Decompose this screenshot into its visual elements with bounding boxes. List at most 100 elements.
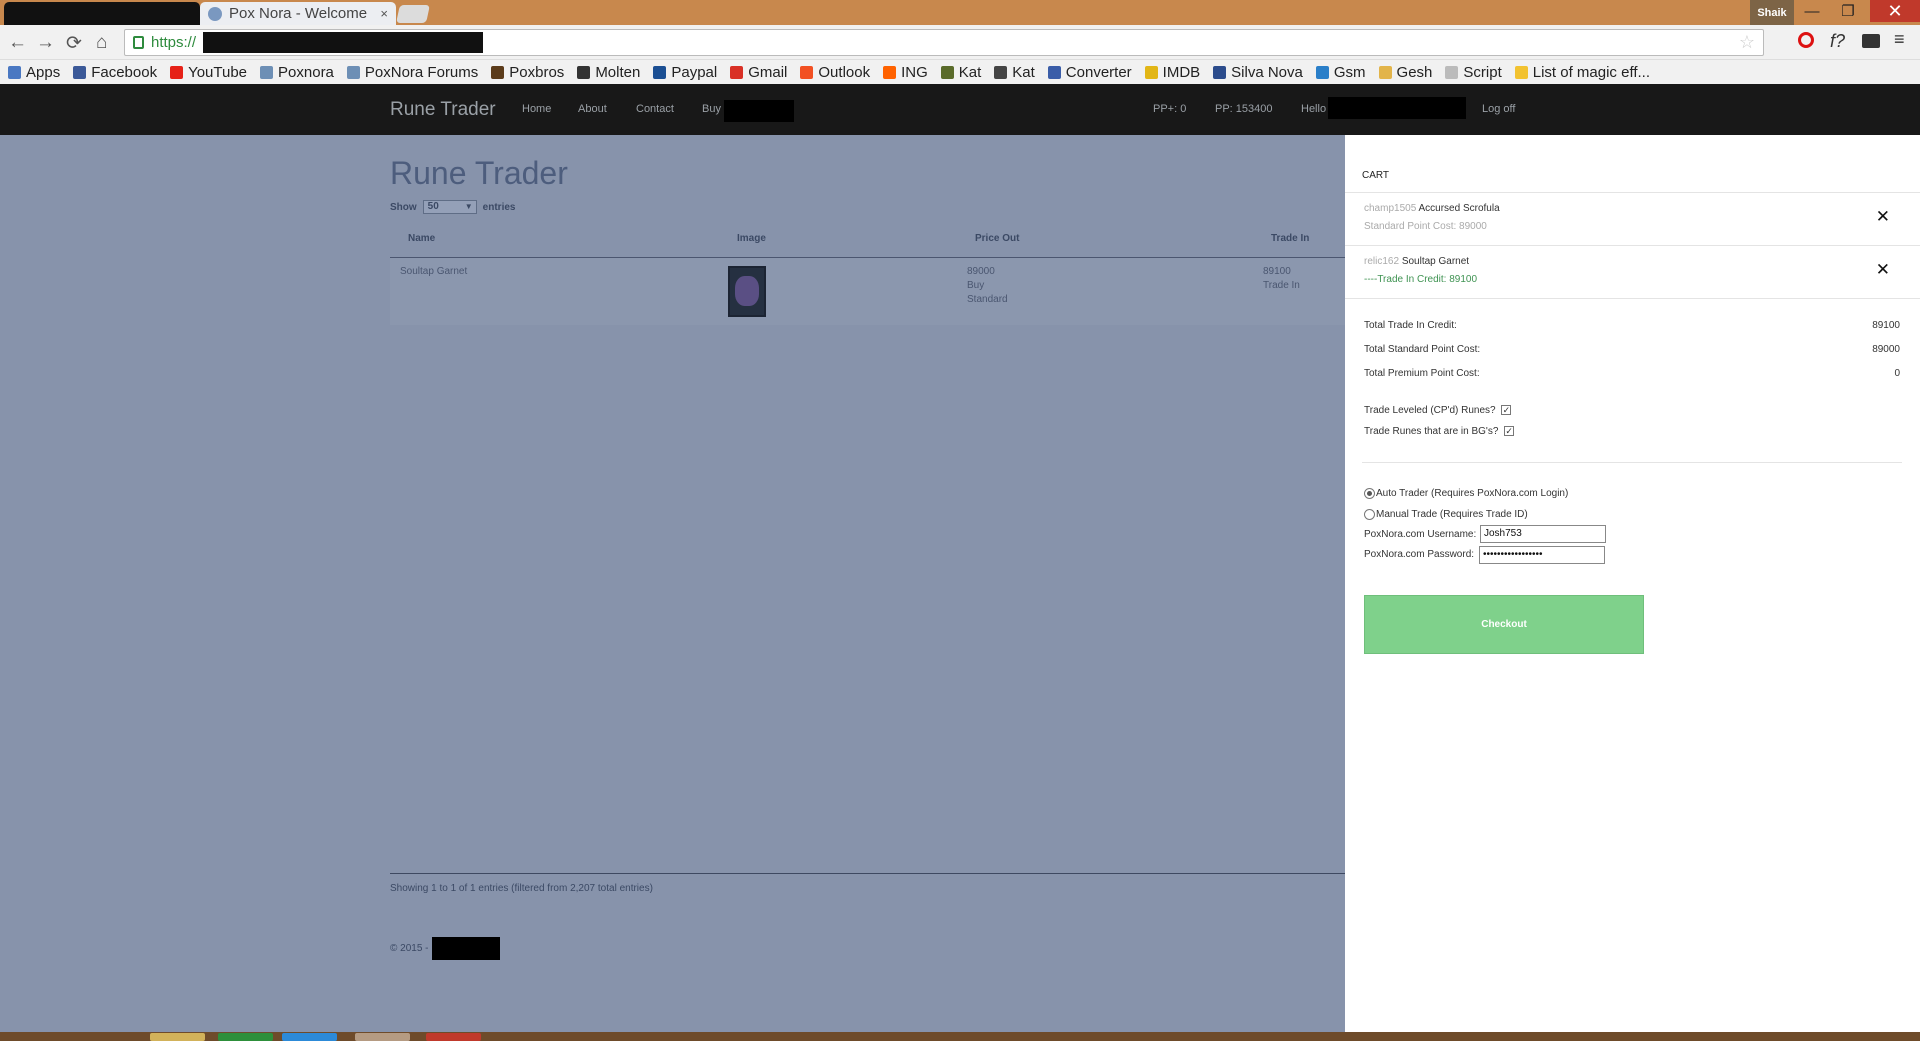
bookmark-item[interactable]: Kat [940,64,981,81]
new-tab-button[interactable] [396,5,430,23]
bookmark-icon [8,65,21,79]
bookmark-item[interactable]: Molten [577,64,640,81]
taskbar-opera-icon[interactable] [426,1033,481,1041]
home-icon[interactable]: ⌂ [96,32,107,54]
col-header-image[interactable]: Image [737,233,766,244]
bookmark-item[interactable]: Script [1445,64,1502,81]
bookmark-item[interactable]: Poxnora [260,64,334,81]
cart-item: relic162 Soultap Garnet ----Trade In Cre… [1364,253,1477,289]
bookmark-item[interactable]: Facebook [73,64,157,81]
site-navbar: Rune Trader Home About Contact Buy PP+: … [0,84,1920,135]
bookmark-item[interactable]: Gsm [1315,64,1366,81]
maximize-icon[interactable]: ❐ [1830,0,1866,22]
trade-in-link[interactable]: Trade In [1263,279,1300,293]
item-name: Soultap Garnet [1401,256,1470,267]
bookmark-item[interactable]: Poxbros [491,64,564,81]
reload-icon[interactable]: ⟳ [66,32,82,55]
table-row[interactable]: Soultap Garnet 89000 Buy Standard 89100 … [390,258,1345,325]
bookmark-item[interactable]: Kat [994,64,1035,81]
extension-icon[interactable] [1862,34,1880,48]
manual-trade-radio[interactable] [1364,509,1375,520]
leveled-runes-option: Trade Leveled (CP'd) Runes? ✓ [1364,405,1512,416]
bookmark-item[interactable]: Paypal [653,64,717,81]
leveled-runes-checkbox[interactable]: ✓ [1501,405,1512,415]
total-trade-in-label: Total Trade In Credit: [1364,320,1457,331]
auto-trader-radio[interactable] [1364,488,1375,499]
rune-name: Soultap Garnet [400,266,468,277]
minimize-icon[interactable]: — [1794,0,1830,22]
bookmark-item[interactable]: Apps [8,64,60,81]
tab-close-icon[interactable]: × [380,6,388,21]
nav-home[interactable]: Home [522,103,551,115]
redacted-nav-item [724,100,794,122]
bookmark-item[interactable]: Gesh [1378,64,1432,81]
back-icon[interactable]: ← [8,32,27,54]
tab-title: Pox Nora - Welcome [229,5,368,22]
font-finder-icon[interactable]: f? [1830,31,1845,52]
bookmark-item[interactable]: PoxNora Forums [346,64,478,81]
col-header-trade-in[interactable]: Trade In [1271,233,1309,244]
bookmark-item[interactable]: Silva Nova [1213,64,1303,81]
taskbar-app-icon[interactable] [282,1033,337,1041]
table-footer-divider [390,873,1345,874]
buy-link[interactable]: Buy [967,279,984,293]
bookmark-item[interactable]: ING [883,64,928,81]
bookmark-item[interactable]: YouTube [170,64,247,81]
nav-about[interactable]: About [578,103,607,115]
taskbar-explorer-icon[interactable] [150,1033,205,1041]
bookmark-icon [1315,65,1329,79]
bookmark-star-icon[interactable]: ☆ [1739,32,1755,53]
bookmark-label: Apps [26,63,61,81]
bg-runes-checkbox[interactable]: ✓ [1504,426,1515,436]
leveled-runes-label: Trade Leveled (CP'd) Runes? [1364,405,1496,416]
cart-divider [1345,192,1920,193]
taskbar-app-icon[interactable] [218,1033,273,1041]
nav-buy[interactable]: Buy [702,103,721,115]
logoff-link[interactable]: Log off [1482,103,1515,115]
brand-link[interactable]: Rune Trader [390,99,496,121]
forward-icon[interactable]: → [36,32,55,54]
rune-card-image[interactable] [728,266,766,317]
entries-length-control: Show 50 entries [390,200,515,214]
password-input[interactable]: ••••••••••••••••• [1479,546,1605,564]
tab-pox-nora[interactable]: Pox Nora - Welcome × [200,2,396,25]
total-trade-in-value: 89100 [1872,320,1900,331]
checkout-button[interactable]: Checkout [1364,595,1644,654]
bookmark-icon [730,65,744,79]
profile-badge[interactable]: Shaik [1750,0,1794,25]
bookmark-icon [260,65,274,79]
cart-divider [1345,245,1920,246]
remove-item-icon[interactable]: ✕ [1876,260,1890,280]
bookmark-item[interactable]: Gmail [730,64,787,81]
menu-icon[interactable]: ≡ [1894,29,1905,50]
total-standard-label: Total Standard Point Cost: [1364,344,1481,355]
auto-trader-label: Auto Trader (Requires PoxNora.com Login) [1376,488,1569,499]
taskbar-app-icon[interactable] [355,1033,410,1041]
nav-contact[interactable]: Contact [636,103,674,115]
entries-select[interactable]: 50 [422,200,477,214]
col-header-price-out[interactable]: Price Out [975,233,1019,244]
remove-item-icon[interactable]: ✕ [1876,207,1890,227]
globe-icon [208,6,222,21]
cart-panel: CART champ1505 Accursed Scrofula Standar… [1345,135,1920,1032]
item-owner: relic162 [1364,256,1400,267]
item-name: Accursed Scrofula [1418,203,1500,214]
bookmark-item[interactable]: Converter [1047,64,1132,81]
username-input[interactable]: Josh753 [1480,525,1606,543]
hello-label: Hello [1301,103,1327,115]
bookmarks-bar: Apps Facebook YouTube Poxnora PoxNora Forums… [0,60,1920,84]
address-bar[interactable]: https:// ☆ [124,29,1764,56]
window-close-icon[interactable]: ✕ [1870,0,1920,22]
bookmark-item[interactable]: IMDB [1144,64,1200,81]
opera-icon[interactable] [1798,32,1814,48]
lock-icon [133,36,144,49]
col-header-name[interactable]: Name [408,233,435,244]
bookmark-item[interactable]: List of magic eff... [1514,64,1650,81]
bookmark-icon [994,65,1008,79]
bookmark-item[interactable]: Outlook [800,64,870,81]
bookmark-icon [940,65,954,79]
redacted-tab[interactable] [4,2,200,25]
bookmark-label: Facebook [91,63,158,81]
trade-in-value: 89100 [1263,266,1291,277]
bookmark-icon [1445,65,1459,79]
